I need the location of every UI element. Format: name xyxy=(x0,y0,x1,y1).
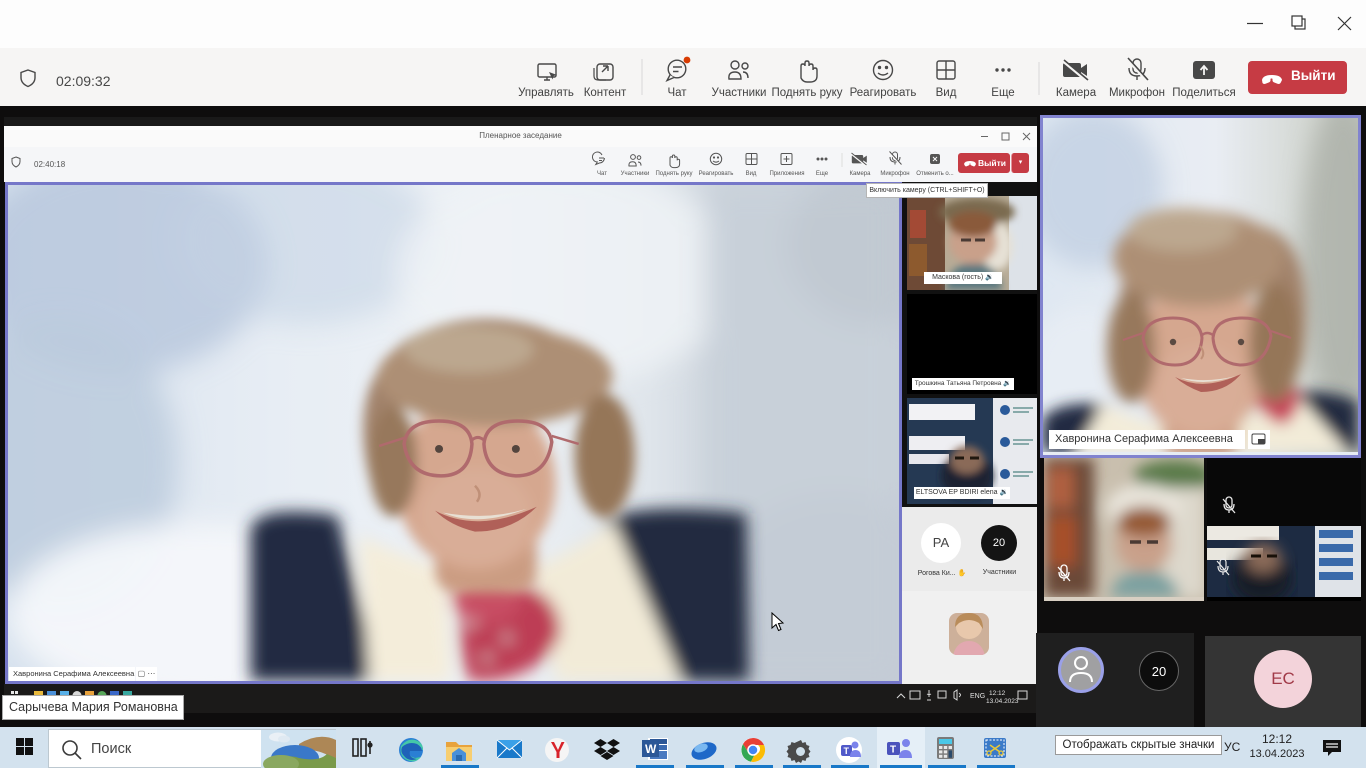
svg-text:13.04.2023: 13.04.2023 xyxy=(986,698,1019,705)
svg-text:W: W xyxy=(645,742,657,756)
svg-text:T: T xyxy=(890,745,896,756)
svg-text:T: T xyxy=(844,746,850,756)
svg-text:12:12: 12:12 xyxy=(989,690,1006,697)
svg-text:ENG: ENG xyxy=(970,693,985,700)
